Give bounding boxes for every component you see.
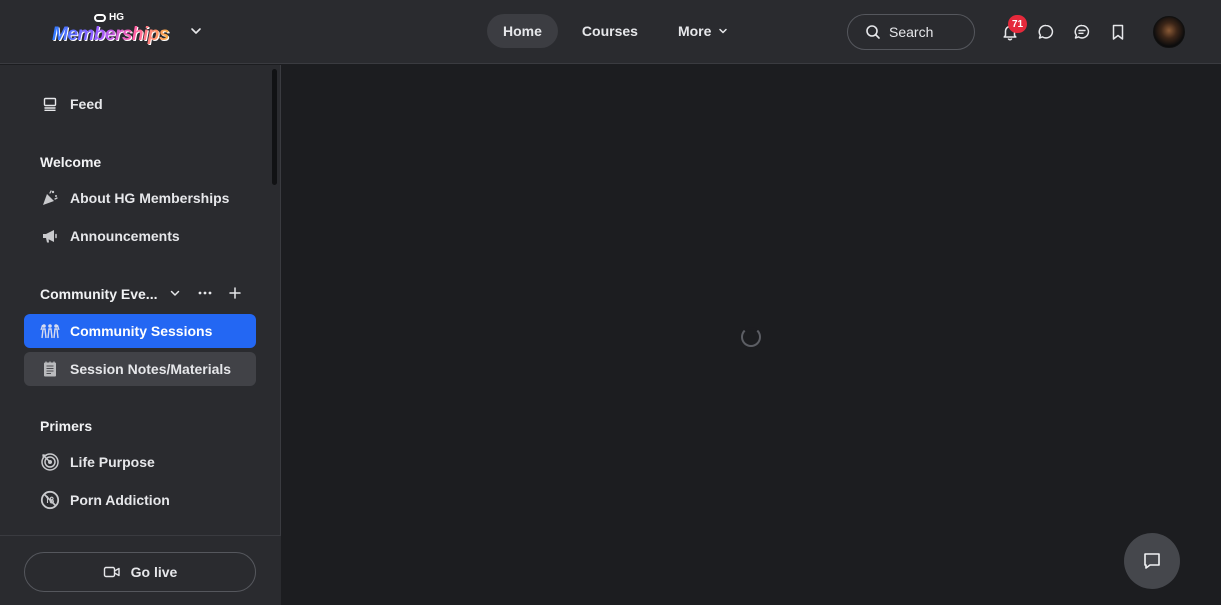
brand-wordmark: Memberships bbox=[52, 24, 169, 45]
user-avatar[interactable] bbox=[1153, 16, 1185, 48]
chat-bubble-icon bbox=[1038, 24, 1054, 39]
notification-count-badge: 71 bbox=[1008, 15, 1028, 33]
more-options-icon[interactable] bbox=[197, 285, 213, 301]
main-content bbox=[282, 65, 1221, 605]
nav-more[interactable]: More bbox=[662, 14, 745, 48]
nav-home-label: Home bbox=[503, 23, 542, 39]
sidebar-item-label: Porn Addiction bbox=[70, 492, 170, 508]
sidebar-item-life-purpose[interactable]: Life Purpose bbox=[24, 445, 256, 479]
sidebar-item-label: Announcements bbox=[70, 228, 180, 244]
brand-top-text: HG bbox=[109, 12, 124, 23]
section-title-community-events[interactable]: Community Eve... bbox=[40, 286, 157, 302]
section-title-primers[interactable]: Primers bbox=[40, 418, 92, 434]
video-camera-icon bbox=[103, 566, 120, 578]
sidebar-item-about[interactable]: About HG Memberships bbox=[24, 181, 256, 215]
sidebar-scrollbar[interactable] bbox=[272, 69, 277, 185]
top-header: HG Memberships Memberships Home Courses … bbox=[0, 0, 1221, 64]
plus-icon[interactable] bbox=[227, 285, 243, 301]
chevron-down-icon[interactable] bbox=[167, 285, 183, 301]
nav-courses[interactable]: Courses bbox=[566, 14, 654, 48]
search-label: Search bbox=[889, 24, 934, 40]
go-live-button[interactable]: Go live bbox=[24, 552, 256, 592]
sidebar-item-label: Feed bbox=[70, 96, 103, 112]
sidebar-item-porn-addiction[interactable]: Porn Addiction bbox=[24, 483, 256, 517]
sidebar-item-label: About HG Memberships bbox=[70, 190, 230, 206]
go-live-label: Go live bbox=[130, 564, 178, 580]
chat-icon bbox=[1144, 553, 1160, 569]
sidebar-item-label: Life Purpose bbox=[70, 454, 155, 470]
sidebar-item-session-notes[interactable]: Session Notes/Materials bbox=[24, 352, 256, 386]
loading-spinner-icon bbox=[741, 327, 761, 347]
no-18-icon bbox=[40, 490, 60, 510]
sidebar: Feed Welcome About HG Memberships Announ… bbox=[0, 65, 281, 605]
chat-lines-icon bbox=[1074, 24, 1090, 39]
sidebar-item-community-sessions[interactable]: Community Sessions bbox=[24, 314, 256, 348]
megaphone-icon bbox=[40, 226, 60, 246]
target-icon bbox=[40, 452, 60, 472]
notes-icon bbox=[40, 359, 60, 379]
chevron-down-icon[interactable] bbox=[189, 24, 203, 38]
sidebar-item-label: Session Notes/Materials bbox=[70, 361, 232, 377]
section-controls bbox=[167, 285, 243, 301]
chevron-down-icon bbox=[719, 28, 728, 34]
nav-courses-label: Courses bbox=[581, 23, 638, 39]
nav-more-label: More bbox=[677, 23, 712, 39]
bookmark-icon bbox=[1112, 24, 1124, 40]
section-title-welcome[interactable]: Welcome bbox=[40, 154, 101, 170]
brand-ring-icon bbox=[94, 13, 106, 22]
messages-button[interactable] bbox=[1036, 22, 1056, 42]
sidebar-item-feed[interactable]: Feed bbox=[24, 87, 256, 121]
bookmarks-button[interactable] bbox=[1108, 22, 1128, 42]
brand-logo[interactable]: HG Memberships Memberships bbox=[52, 12, 170, 50]
sidebar-footer: Go live bbox=[0, 535, 281, 605]
sidebar-item-announcements[interactable]: Announcements bbox=[24, 219, 256, 253]
chat-widget-button[interactable] bbox=[1124, 533, 1180, 589]
main-nav: Home Courses More bbox=[487, 14, 745, 48]
confetti-icon bbox=[40, 188, 60, 208]
brand-top: HG bbox=[94, 12, 124, 23]
sidebar-item-label: Community Sessions bbox=[70, 323, 213, 339]
nav-home[interactable]: Home bbox=[487, 14, 558, 48]
people-icon bbox=[40, 321, 60, 341]
direct-messages-button[interactable] bbox=[1072, 22, 1092, 42]
search-icon bbox=[866, 25, 880, 39]
feed-icon bbox=[40, 94, 60, 114]
search-button[interactable]: Search bbox=[847, 14, 975, 50]
